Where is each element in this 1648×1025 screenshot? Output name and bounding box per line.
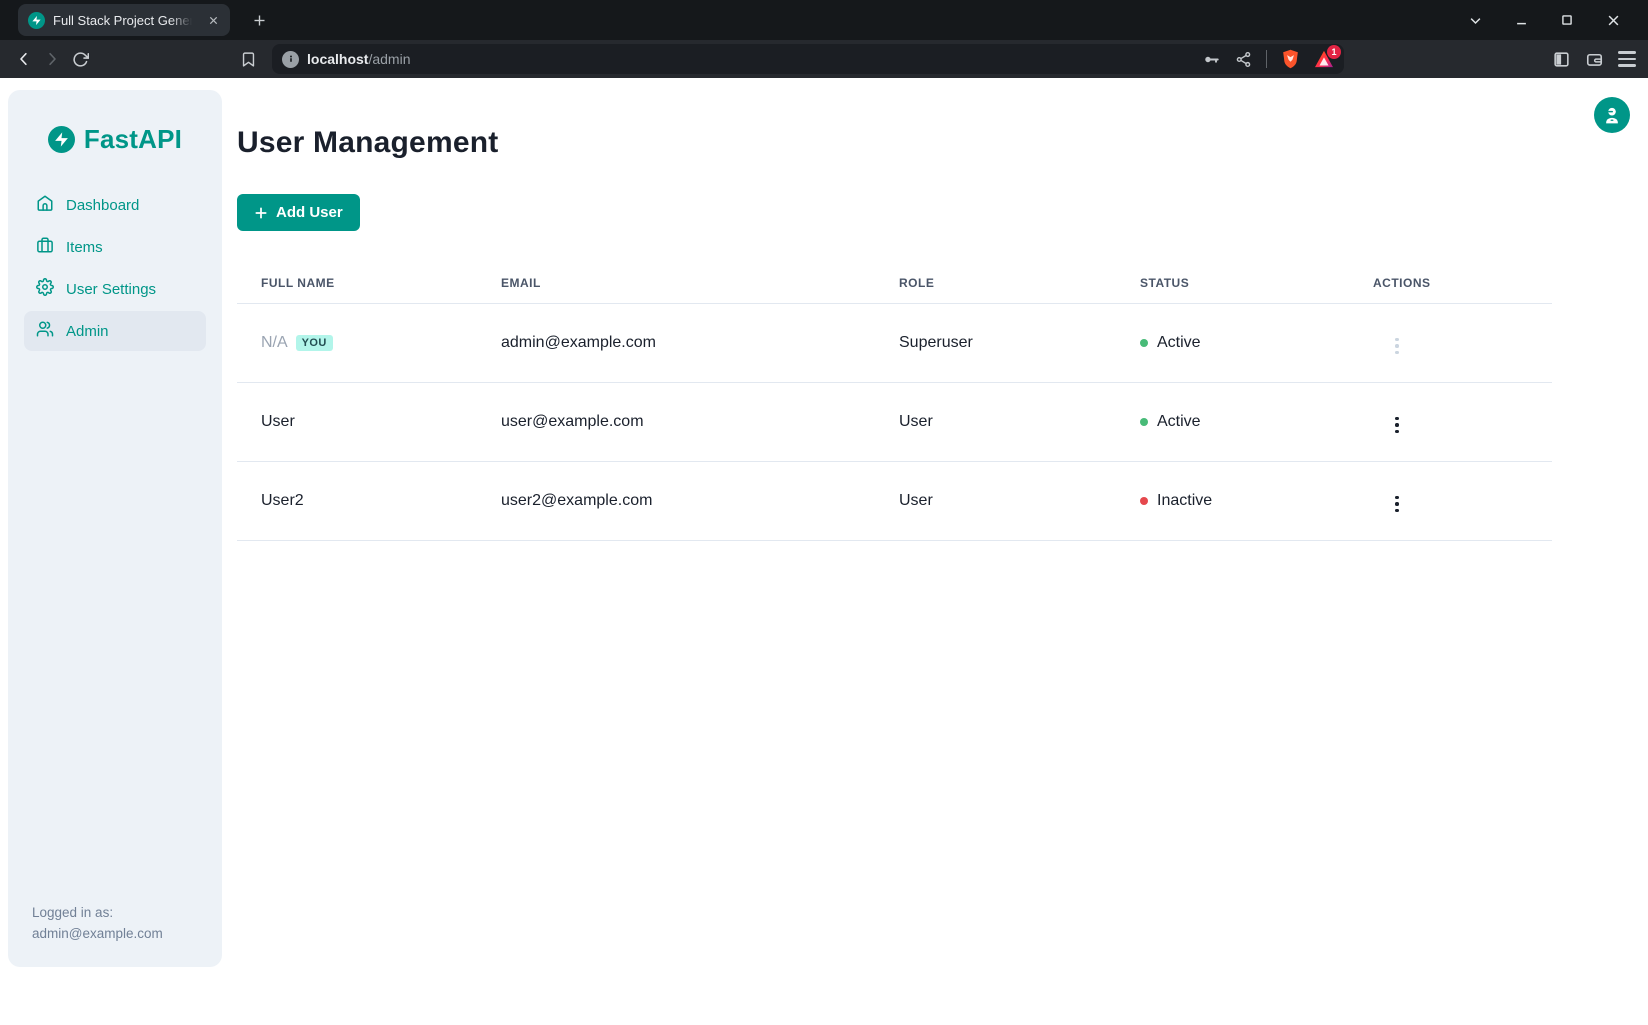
back-button[interactable] xyxy=(10,45,38,73)
col-header-role: Role xyxy=(875,262,1116,304)
table-row: N/A YOU admin@example.com Superuser Activ… xyxy=(237,304,1552,383)
sidebar-nav: Dashboard Items User Settings Admin xyxy=(24,185,206,351)
sidebar: FastAPI Dashboard Items User Settings xyxy=(8,90,222,967)
tab-title: Full Stack Project Genera xyxy=(53,13,196,28)
rewards-notification-badge: 1 xyxy=(1327,45,1341,59)
tab-search-chevron-icon[interactable] xyxy=(1462,7,1488,33)
gear-icon xyxy=(36,278,54,300)
page-content: FastAPI Dashboard Items User Settings xyxy=(0,78,1648,1025)
cell-email: admin@example.com xyxy=(477,304,875,383)
toolbar-right-actions xyxy=(1552,50,1636,69)
sidebar-item-admin[interactable]: Admin xyxy=(24,311,206,351)
full-name-value: N/A xyxy=(261,334,288,351)
new-tab-button[interactable] xyxy=(246,7,272,33)
status-dot xyxy=(1140,418,1148,426)
brave-shield-icon[interactable] xyxy=(1281,49,1300,69)
urlbar-divider xyxy=(1266,50,1267,68)
sidebar-item-dashboard[interactable]: Dashboard xyxy=(24,185,206,225)
sidebar-item-items[interactable]: Items xyxy=(24,227,206,267)
brave-rewards-icon[interactable]: 1 xyxy=(1314,50,1334,68)
add-user-button[interactable]: Add User xyxy=(237,194,360,231)
url-host: localhost xyxy=(307,51,368,67)
users-icon xyxy=(36,320,54,342)
table-row: User user@example.com User Active xyxy=(237,383,1552,462)
add-user-label: Add User xyxy=(276,204,343,221)
cell-role: User xyxy=(875,383,1116,462)
status-label: Inactive xyxy=(1157,492,1212,510)
cell-full-name: User xyxy=(237,383,477,462)
urlbar-actions: 1 xyxy=(1202,49,1334,69)
bookmark-icon[interactable] xyxy=(234,45,262,73)
status-dot xyxy=(1140,497,1148,505)
row-actions-menu-icon[interactable] xyxy=(1391,492,1403,517)
plus-icon xyxy=(254,206,268,220)
wallet-icon[interactable] xyxy=(1585,50,1604,69)
cell-role: User xyxy=(875,462,1116,541)
logged-in-info: Logged in as: admin@example.com xyxy=(32,903,163,945)
user-menu-button[interactable] xyxy=(1594,97,1630,133)
you-badge: YOU xyxy=(296,335,333,351)
cell-role: Superuser xyxy=(875,304,1116,383)
cell-full-name: User2 xyxy=(237,462,477,541)
fastapi-favicon-icon xyxy=(28,12,45,29)
tab-title-wrap: Full Stack Project Genera xyxy=(53,12,196,28)
page-title: User Management xyxy=(237,126,1648,160)
col-header-actions: Actions xyxy=(1349,262,1552,304)
row-actions-menu-icon[interactable] xyxy=(1391,413,1403,438)
row-actions-menu-icon xyxy=(1391,334,1403,359)
users-table: Full Name Email Role Status Actions N/A Y… xyxy=(237,262,1552,541)
browser-tab[interactable]: Full Stack Project Genera xyxy=(18,4,230,36)
home-icon xyxy=(36,194,54,216)
cell-status: Inactive xyxy=(1116,462,1349,541)
reload-button[interactable] xyxy=(66,45,94,73)
table-header-row: Full Name Email Role Status Actions xyxy=(237,262,1552,304)
table-row: User2 user2@example.com User Inactive xyxy=(237,462,1552,541)
sidebar-item-label: User Settings xyxy=(66,281,156,298)
maximize-button[interactable] xyxy=(1554,7,1580,33)
status-dot xyxy=(1140,339,1148,347)
full-name-value: User xyxy=(261,413,295,430)
browser-toolbar: localhost/admin 1 xyxy=(0,40,1648,78)
cell-status: Active xyxy=(1116,304,1349,383)
password-key-icon[interactable] xyxy=(1202,50,1221,69)
cell-email: user2@example.com xyxy=(477,462,875,541)
url-text: localhost/admin xyxy=(307,51,411,67)
fastapi-bolt-icon xyxy=(48,126,75,153)
forward-button[interactable] xyxy=(38,45,66,73)
cell-full-name: N/A YOU xyxy=(237,304,477,383)
browser-tab-bar: Full Stack Project Genera xyxy=(0,0,1648,40)
col-header-email: Email xyxy=(477,262,875,304)
col-header-full-name: Full Name xyxy=(237,262,477,304)
fastapi-logo: FastAPI xyxy=(24,124,206,155)
sidebar-item-user-settings[interactable]: User Settings xyxy=(24,269,206,309)
logo-text: FastAPI xyxy=(84,124,182,155)
share-icon[interactable] xyxy=(1235,51,1252,68)
status-label: Active xyxy=(1157,334,1201,352)
logged-in-label: Logged in as: xyxy=(32,903,163,924)
briefcase-icon xyxy=(36,236,54,258)
close-window-button[interactable] xyxy=(1600,7,1626,33)
sidebar-toggle-icon[interactable] xyxy=(1552,50,1571,69)
url-path: /admin xyxy=(368,51,410,67)
window-controls xyxy=(1462,7,1634,33)
tab-close-icon[interactable] xyxy=(204,11,222,29)
minimize-button[interactable] xyxy=(1508,7,1534,33)
sidebar-item-label: Dashboard xyxy=(66,197,139,214)
cell-actions xyxy=(1349,462,1552,541)
cell-actions xyxy=(1349,383,1552,462)
sidebar-item-label: Items xyxy=(66,239,103,256)
full-name-value: User2 xyxy=(261,492,304,509)
cell-email: user@example.com xyxy=(477,383,875,462)
main-panel: User Management Add User Full Name Email… xyxy=(237,78,1648,1025)
logged-in-email: admin@example.com xyxy=(32,924,163,945)
cell-status: Active xyxy=(1116,383,1349,462)
status-label: Active xyxy=(1157,413,1201,431)
col-header-status: Status xyxy=(1116,262,1349,304)
sidebar-item-label: Admin xyxy=(66,323,109,340)
cell-actions xyxy=(1349,304,1552,383)
address-bar[interactable]: localhost/admin 1 xyxy=(272,44,1344,74)
menu-icon[interactable] xyxy=(1618,51,1636,66)
site-info-icon[interactable] xyxy=(282,51,299,68)
